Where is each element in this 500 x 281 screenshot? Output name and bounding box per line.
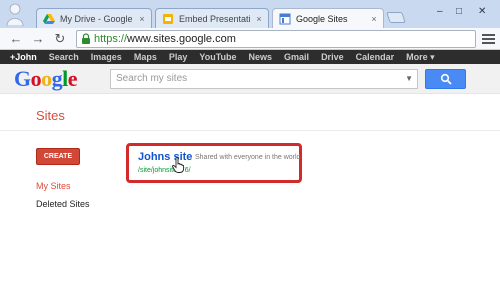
minimize-icon[interactable]: – [437,6,443,17]
logo-letter: g [51,66,63,91]
gbar-item-play[interactable]: Play [169,52,188,62]
tab-close-icon[interactable]: × [253,14,265,24]
logo-letter: e [67,66,78,91]
gbar-item-youtube[interactable]: YouTube [199,52,236,62]
hand-cursor-icon [172,157,184,173]
tab-label: Google Sites [296,13,348,24]
logo-letter: o [41,66,52,91]
address-bar[interactable]: https://www.sites.google.com [76,30,476,48]
site-name-link[interactable]: Johns site [138,151,192,163]
url-host: www.sites.google.com [127,33,236,45]
tab-label: My Drive - Google Drive [60,13,133,24]
create-button[interactable]: CREATE [36,148,80,165]
gbar-item-news[interactable]: News [249,52,273,62]
page-title: Sites [36,108,65,123]
header-divider [0,130,500,131]
gbar-item-calendar[interactable]: Calendar [356,52,395,62]
logo-letter: G [14,66,31,91]
google-bar: +John Search Images Maps Play YouTube Ne… [0,50,500,64]
wrench-menu-icon[interactable] [482,33,495,45]
gbar-item-search[interactable]: Search [49,52,79,62]
google-drive-icon [43,13,55,24]
gbar-item-drive[interactable]: Drive [321,52,344,62]
site-list-item[interactable]: Johns site Shared with everyone in the w… [126,143,302,183]
gbar-item-more[interactable]: More ▾ [406,52,435,63]
back-arrow-icon[interactable]: ← [8,31,24,47]
close-window-icon[interactable]: ✕ [478,6,486,17]
search-button[interactable] [425,69,466,89]
search-my-sites-input[interactable]: Search my sites ▼ [110,69,418,89]
tab-label: Embed Presentation - Goo [179,13,250,24]
browser-toolbar: ← → ↻ https://www.sites.google.com [0,28,500,50]
gbar-item-plus-john[interactable]: +John [10,52,37,62]
leftnav-my-sites[interactable]: My Sites [36,181,71,191]
search-placeholder: Search my sites [116,73,188,84]
maximize-icon[interactable]: □ [456,6,462,17]
google-sites-icon [279,13,291,24]
tab-embed-presentation[interactable]: Embed Presentation - Goo × [155,8,269,28]
search-icon [440,73,452,85]
leftnav-deleted-sites[interactable]: Deleted Sites [36,199,90,209]
gbar-item-gmail[interactable]: Gmail [284,52,309,62]
url-scheme: https:// [94,33,128,45]
new-tab-button[interactable] [386,12,406,23]
slides-icon [163,13,173,24]
sites-header: Google Search my sites ▼ [0,64,500,94]
lock-icon [82,33,90,44]
google-logo[interactable]: Google [14,66,78,91]
tab-my-drive[interactable]: My Drive - Google Drive × [36,8,152,28]
site-sharing-status: Shared with everyone in the world [195,154,301,161]
reload-icon[interactable]: ↻ [52,31,68,47]
gbar-item-maps[interactable]: Maps [134,52,157,62]
tab-close-icon[interactable]: × [136,14,148,24]
gbar-item-images[interactable]: Images [91,52,122,62]
profile-avatar-icon[interactable] [6,2,24,26]
search-dropdown-icon[interactable]: ▼ [405,70,413,88]
logo-letter: o [30,66,42,91]
forward-arrow-icon[interactable]: → [30,31,46,47]
tab-close-icon[interactable]: × [368,14,380,24]
tab-google-sites[interactable]: Google Sites × [272,8,384,28]
browser-tab-strip: My Drive - Google Drive × Embed Presenta… [0,0,500,28]
